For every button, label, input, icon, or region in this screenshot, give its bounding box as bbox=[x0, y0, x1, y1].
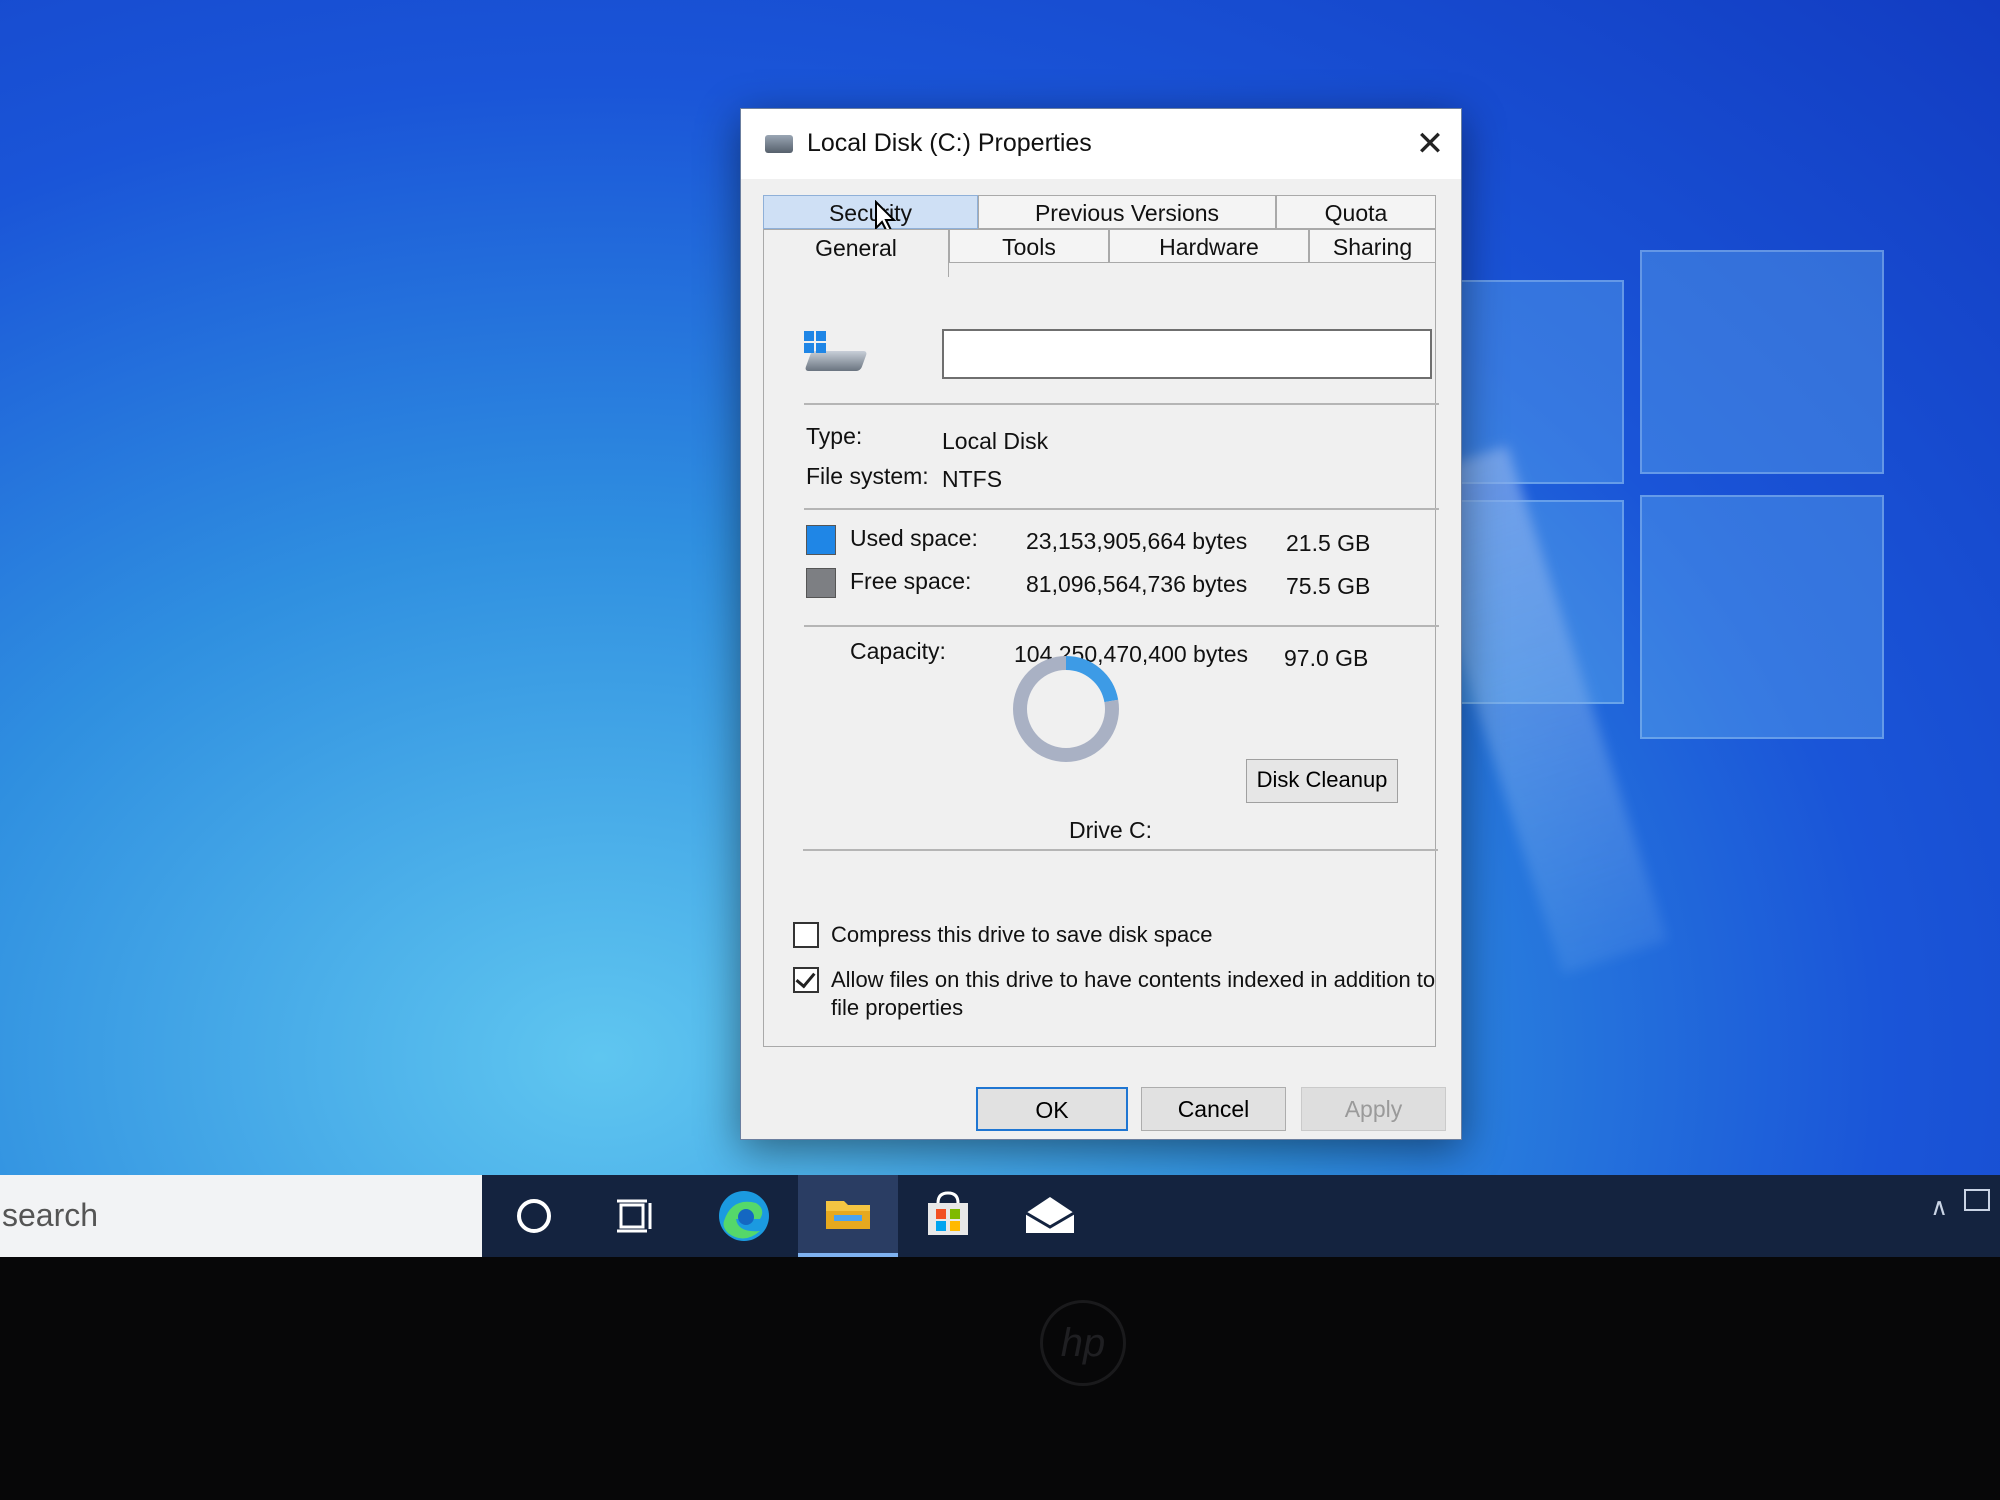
free-space-gb: 75.5 GB bbox=[1286, 573, 1371, 599]
capacity-gb: 97.0 GB bbox=[1284, 645, 1369, 671]
used-space-label: Used space: bbox=[850, 525, 978, 551]
desktop-background: Local Disk (C:) Properties ✕ Security Pr… bbox=[0, 0, 2000, 1175]
used-space-bytes: 23,153,905,664 bytes bbox=[1026, 528, 1248, 554]
tab-security[interactable]: Security bbox=[763, 195, 978, 229]
tab-tools[interactable]: Tools bbox=[949, 229, 1109, 263]
ok-button[interactable]: OK bbox=[976, 1087, 1128, 1131]
capacity-label: Capacity: bbox=[850, 638, 946, 664]
used-space-swatch bbox=[806, 525, 836, 555]
tab-sharing[interactable]: Sharing bbox=[1309, 229, 1436, 263]
taskbar-search-box[interactable]: search bbox=[0, 1175, 482, 1257]
separator bbox=[804, 625, 1439, 627]
separator bbox=[804, 508, 1439, 510]
compress-checkbox[interactable] bbox=[793, 922, 819, 948]
index-label-line2: file properties bbox=[831, 995, 964, 1020]
tab-general[interactable]: General bbox=[763, 229, 949, 277]
checkmark-icon bbox=[795, 967, 816, 989]
drive-icon bbox=[804, 331, 868, 375]
properties-dialog: Local Disk (C:) Properties ✕ Security Pr… bbox=[740, 108, 1462, 1140]
tab-quota[interactable]: Quota bbox=[1276, 195, 1436, 229]
file-system-value: NTFS bbox=[942, 466, 1003, 492]
separator bbox=[803, 849, 1438, 851]
hp-logo: hp bbox=[1040, 1300, 1126, 1386]
type-value: Local Disk bbox=[942, 428, 1049, 454]
dialog-title: Local Disk (C:) Properties bbox=[807, 129, 1092, 157]
file-system-label: File system: bbox=[806, 463, 929, 489]
used-space-gb: 21.5 GB bbox=[1286, 530, 1371, 556]
edge-icon[interactable] bbox=[694, 1175, 794, 1257]
close-button[interactable]: ✕ bbox=[1399, 119, 1461, 169]
drive-title-icon bbox=[765, 135, 793, 153]
taskbar: search ∧ bbox=[0, 1175, 2000, 1257]
disk-cleanup-button[interactable]: Disk Cleanup bbox=[1246, 759, 1398, 803]
search-placeholder: search bbox=[2, 1197, 99, 1233]
type-label: Type: bbox=[806, 423, 863, 449]
compress-label: Compress this drive to save disk space bbox=[831, 922, 1213, 947]
show-hidden-icons-icon[interactable]: ∧ bbox=[1930, 1193, 1948, 1222]
cancel-button[interactable]: Cancel bbox=[1141, 1087, 1286, 1131]
volume-label-input[interactable] bbox=[942, 329, 1432, 379]
laptop-bezel bbox=[0, 1257, 2000, 1500]
dialog-titlebar[interactable]: Local Disk (C:) Properties ✕ bbox=[741, 109, 1461, 179]
file-explorer-icon[interactable] bbox=[798, 1175, 898, 1257]
usage-donut-chart bbox=[1013, 656, 1119, 762]
free-space-swatch bbox=[806, 568, 836, 598]
windows-logo-wallpaper bbox=[1402, 250, 1900, 975]
task-view-icon[interactable] bbox=[584, 1175, 684, 1257]
drive-label: Drive C: bbox=[1069, 817, 1153, 843]
tab-hardware[interactable]: Hardware bbox=[1109, 229, 1309, 263]
apply-button[interactable]: Apply bbox=[1301, 1087, 1446, 1131]
cortana-circle-icon[interactable] bbox=[484, 1175, 584, 1257]
index-checkbox[interactable] bbox=[793, 967, 819, 993]
notification-icon[interactable] bbox=[1964, 1189, 1990, 1211]
store-icon[interactable] bbox=[898, 1175, 998, 1257]
index-label-line1: Allow files on this drive to have conten… bbox=[831, 967, 1436, 992]
free-space-label: Free space: bbox=[850, 568, 972, 594]
tab-previous-versions[interactable]: Previous Versions bbox=[978, 195, 1276, 229]
free-space-bytes: 81,096,564,736 bytes bbox=[1026, 571, 1248, 597]
separator bbox=[804, 403, 1439, 405]
mail-icon[interactable] bbox=[1000, 1175, 1100, 1257]
